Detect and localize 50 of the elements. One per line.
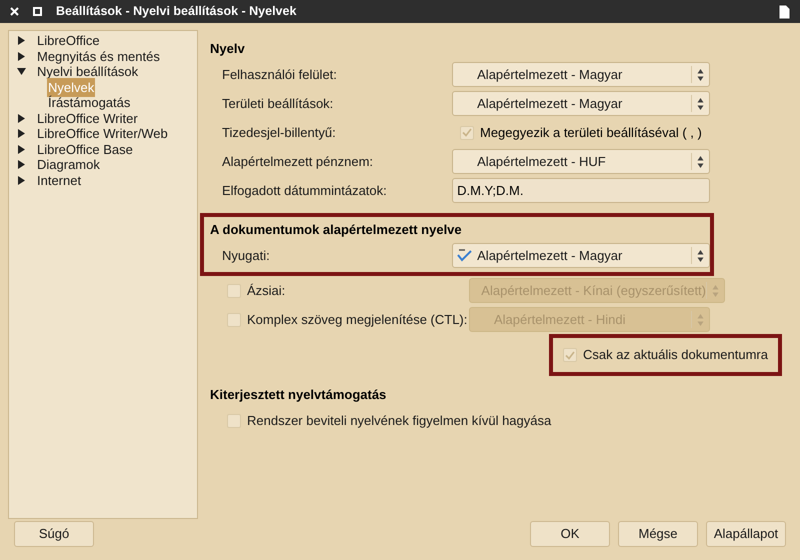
field-label: Rendszer beviteli nyelvének figyelmen kívül hagyása <box>247 412 552 430</box>
spin-arrows-icon <box>697 248 704 262</box>
field-label: Csak az aktuális dokumentumra <box>583 346 768 364</box>
maximize-icon[interactable] <box>33 7 42 16</box>
collapsed-arrow-icon[interactable] <box>17 144 26 154</box>
spin-arrows-icon <box>697 154 704 168</box>
spin-arrows-icon <box>712 284 719 298</box>
checkbox[interactable] <box>563 348 578 362</box>
dropdown[interactable]: Alapértelmezett - Magyar <box>452 91 710 116</box>
field-label: Alapértelmezett pénznem: <box>222 152 374 171</box>
dropdown-value: Alapértelmezett - HUF <box>477 152 607 171</box>
dropdown-value: Alapértelmezett - Magyar <box>477 246 624 265</box>
dialog-button[interactable]: OK <box>530 521 610 547</box>
field-label: Tizedesjel-billentyű: <box>222 124 337 142</box>
checkbox[interactable] <box>460 126 474 140</box>
expanded-arrow-icon[interactable] <box>17 67 26 76</box>
spin-arrows-icon <box>697 96 704 110</box>
checkbox-label: Megegyezik a területi beállításéval ( , ) <box>480 124 702 142</box>
collapsed-arrow-icon[interactable] <box>17 36 26 46</box>
collapsed-arrow-icon[interactable] <box>17 129 26 138</box>
dialog-button[interactable]: Mégse <box>618 521 698 547</box>
dialog-button[interactable]: Súgó <box>14 521 94 547</box>
field-label: Ázsiai: <box>247 282 286 300</box>
section-heading: A dokumentumok alapértelmezett nyelve <box>210 221 463 240</box>
spin-arrows-icon <box>697 312 704 326</box>
dialog-button[interactable]: Alapállapot <box>706 521 786 547</box>
dropdown[interactable]: Alapértelmezett - HUF <box>452 149 710 174</box>
field-label: Területi beállítások: <box>222 94 334 113</box>
section-heading: Kiterjesztett nyelvtámogatás <box>210 386 388 404</box>
dropdown-value: Alapértelmezett - Magyar <box>477 94 624 113</box>
input-field[interactable]: D.M.Y;D.M. <box>452 178 710 203</box>
close-icon[interactable] <box>10 7 19 16</box>
document-icon <box>779 4 790 18</box>
checkmark-icon <box>565 350 576 360</box>
dropdown[interactable]: Alapértelmezett - Magyar <box>452 243 710 268</box>
dropdown-value: Alapértelmezett - Magyar <box>477 66 624 84</box>
collapsed-arrow-icon[interactable] <box>17 114 26 123</box>
spellcheck-icon <box>457 249 474 262</box>
collapsed-arrow-icon[interactable] <box>17 176 26 185</box>
section-heading: Nyelv <box>210 40 246 58</box>
field-label: Nyugati: <box>222 246 271 265</box>
field-label: Elfogadott dátummintázatok: <box>222 182 388 200</box>
dropdown[interactable]: Alapértelmezett - Magyar <box>452 62 710 87</box>
collapsed-arrow-icon[interactable] <box>17 52 26 61</box>
checkbox[interactable] <box>227 414 241 428</box>
spin-arrows-icon <box>697 68 704 82</box>
window-title: Beállítások - Nyelvi beállítások - Nyelvek <box>56 3 298 20</box>
collapsed-arrow-icon[interactable] <box>17 160 26 170</box>
checkmark-icon <box>462 128 472 137</box>
field-label: Felhasználói felület: <box>222 66 338 84</box>
